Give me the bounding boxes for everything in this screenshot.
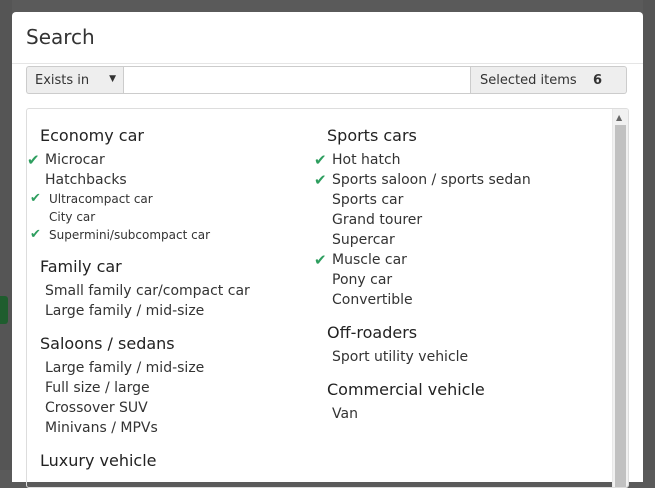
scrollbar[interactable]: ▲ — [612, 109, 628, 487]
search-modal: Search Exists in ▼ Selected items 6 Econ… — [12, 12, 643, 488]
category-list-panel: Economy car ✔ Microcar Hatchbacks ✔ Ultracomp… — [26, 108, 629, 488]
category-item-label: City car — [49, 210, 96, 224]
category-item-label: Convertible — [332, 292, 413, 308]
background-page-right — [643, 0, 655, 470]
category-item-label: Large family / mid-size — [45, 303, 205, 319]
category-item-label: Minivans / MPVs — [45, 420, 158, 436]
category-item-label: Hatchbacks — [45, 172, 127, 188]
check-icon: ✔ — [314, 251, 327, 269]
scrollbar-thumb[interactable] — [615, 125, 626, 487]
selected-items-label: Selected items — [480, 72, 577, 88]
category-group: Sports cars ✔ Hot hatch ✔ Sports saloon / sp… — [314, 125, 531, 310]
category-item-label: Large family / mid-size — [45, 360, 205, 376]
category-item-label: Van — [332, 406, 358, 422]
category-group-title[interactable]: Commercial vehicle — [327, 379, 531, 401]
background-page-left — [0, 0, 12, 470]
category-item[interactable]: Large family / mid-size — [40, 358, 250, 378]
category-group-title[interactable]: Saloons / sedans — [40, 333, 250, 355]
category-group-title[interactable]: Luxury vehicle — [40, 450, 250, 472]
category-item[interactable]: ✔ Ultracompact car — [30, 190, 250, 208]
category-group-title[interactable]: Sports cars — [327, 125, 531, 147]
category-item[interactable]: ✔ Hot hatch — [314, 150, 531, 170]
category-item[interactable]: Full size / large — [40, 378, 250, 398]
category-item[interactable]: Small family car/compact car — [40, 281, 250, 301]
selected-items-indicator: Selected items 6 — [471, 66, 627, 94]
category-item-label: Small family car/compact car — [45, 283, 250, 299]
selected-items-count: 6 — [592, 73, 602, 88]
check-icon: ✔ — [314, 171, 327, 189]
check-icon: ✔ — [314, 151, 327, 169]
category-group: Commercial vehicle Van — [327, 379, 531, 424]
search-bar: Exists in ▼ Selected items 6 — [26, 66, 627, 94]
category-item-label: Pony car — [332, 272, 393, 288]
check-icon: ✔ — [27, 151, 40, 169]
category-item[interactable]: City car — [40, 208, 250, 226]
category-group: Economy car ✔ Microcar Hatchbacks ✔ Ultracomp… — [27, 125, 250, 244]
category-item-label: Ultracompact car — [49, 192, 153, 206]
category-group-title[interactable]: Off-roaders — [327, 322, 531, 344]
category-item-label: Supercar — [332, 232, 395, 248]
category-item[interactable]: Supercar — [327, 230, 531, 250]
category-group-title[interactable]: Family car — [40, 256, 250, 278]
category-item-label: Hot hatch — [332, 152, 401, 168]
category-item[interactable]: Hatchbacks — [40, 170, 250, 190]
category-column-right: Sports cars ✔ Hot hatch ✔ Sports saloon / sp… — [314, 125, 531, 436]
category-item[interactable]: Sports car — [327, 190, 531, 210]
category-item[interactable]: ✔ Microcar — [27, 150, 250, 170]
category-item-label: Full size / large — [45, 380, 150, 396]
category-item[interactable]: Van — [327, 404, 531, 424]
category-item[interactable]: Convertible — [327, 290, 531, 310]
modal-title: Search — [26, 25, 95, 49]
category-item[interactable]: ✔ Supermini/subcompact car — [30, 226, 250, 244]
category-item[interactable]: Sport utility vehicle — [327, 347, 531, 367]
category-item[interactable]: Pony car — [327, 270, 531, 290]
category-item[interactable]: Large family / mid-size — [40, 301, 250, 321]
category-item[interactable]: ✔ Sports saloon / sports sedan — [314, 170, 531, 190]
category-item-label: Sport utility vehicle — [332, 349, 469, 365]
search-input[interactable] — [123, 66, 471, 94]
scope-select[interactable]: Exists in ▼ — [26, 66, 123, 94]
category-item-label: Crossover SUV — [45, 400, 148, 416]
category-item-label: Grand tourer — [332, 212, 423, 228]
category-item[interactable]: Crossover SUV — [40, 398, 250, 418]
category-item-label: Sports saloon / sports sedan — [332, 172, 531, 188]
check-icon: ✔ — [30, 191, 41, 206]
caret-down-icon: ▼ — [109, 74, 116, 84]
category-column-left: Economy car ✔ Microcar Hatchbacks ✔ Ultracomp… — [27, 125, 250, 484]
category-group: Off-roaders Sport utility vehicle — [327, 322, 531, 367]
scope-select-value: Exists in — [35, 72, 90, 88]
category-group: Luxury vehicle — [40, 450, 250, 472]
category-item[interactable]: Grand tourer — [327, 210, 531, 230]
category-item[interactable]: ✔ Muscle car — [314, 250, 531, 270]
category-item-label: Supermini/subcompact car — [49, 228, 211, 242]
category-group-title[interactable]: Economy car — [40, 125, 250, 147]
category-item[interactable]: Minivans / MPVs — [40, 418, 250, 438]
category-item-label: Microcar — [45, 152, 105, 168]
background-green-button — [0, 296, 8, 324]
category-item-label: Sports car — [332, 192, 404, 208]
header-divider — [12, 63, 643, 64]
category-item-label: Muscle car — [332, 252, 407, 268]
category-group: Saloons / sedans Large family / mid-size F… — [40, 333, 250, 438]
category-group: Family car Small family car/compact car La… — [40, 256, 250, 321]
check-icon: ✔ — [30, 227, 41, 242]
scroll-up-arrow-icon[interactable]: ▲ — [616, 113, 622, 122]
